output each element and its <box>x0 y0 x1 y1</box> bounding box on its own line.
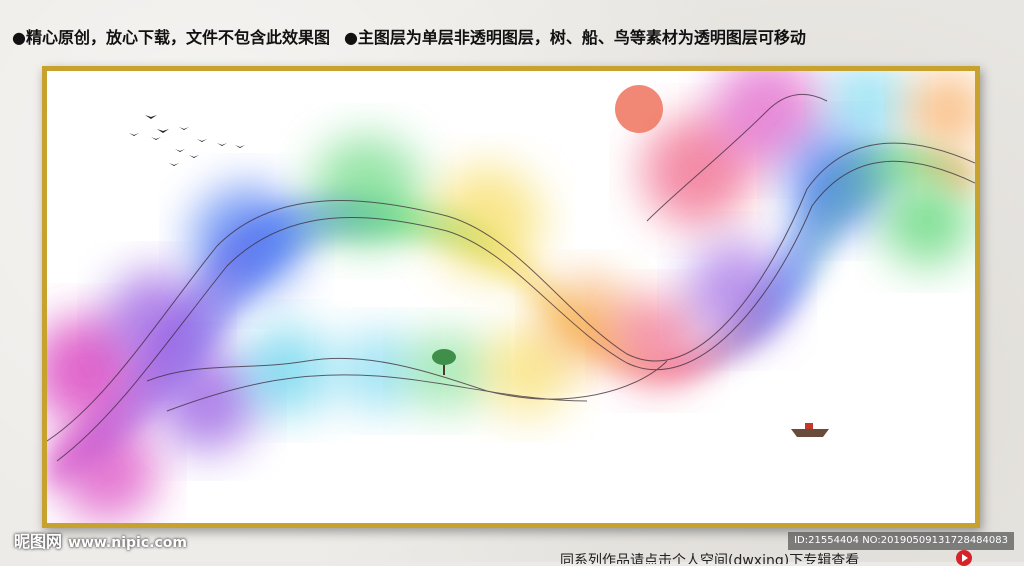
notice-left: ●精心原创，放心下载，文件不包含此效果图 <box>12 28 330 47</box>
notice-right: ●主图层为单层非透明图层，树、船、鸟等素材为透明图层可移动 <box>343 28 806 47</box>
play-icon[interactable] <box>956 550 972 566</box>
notice-bar: ●精心原创，放心下载，文件不包含此效果图 ●主图层为单层非透明图层，树、船、鸟等素… <box>12 24 1012 52</box>
site-logo: 昵图网 <box>14 532 63 551</box>
birds-icon <box>129 115 245 166</box>
sun-icon <box>615 85 663 133</box>
site-url: www.nipic.com <box>68 535 187 551</box>
artwork-frame <box>42 66 980 528</box>
boat-icon <box>791 423 829 437</box>
image-id-bar: ID:21554404 NO:20190509131728484083 <box>788 532 1014 550</box>
site-watermark: 昵图网 www.nipic.com <box>14 528 187 552</box>
artwork-canvas <box>47 71 975 521</box>
